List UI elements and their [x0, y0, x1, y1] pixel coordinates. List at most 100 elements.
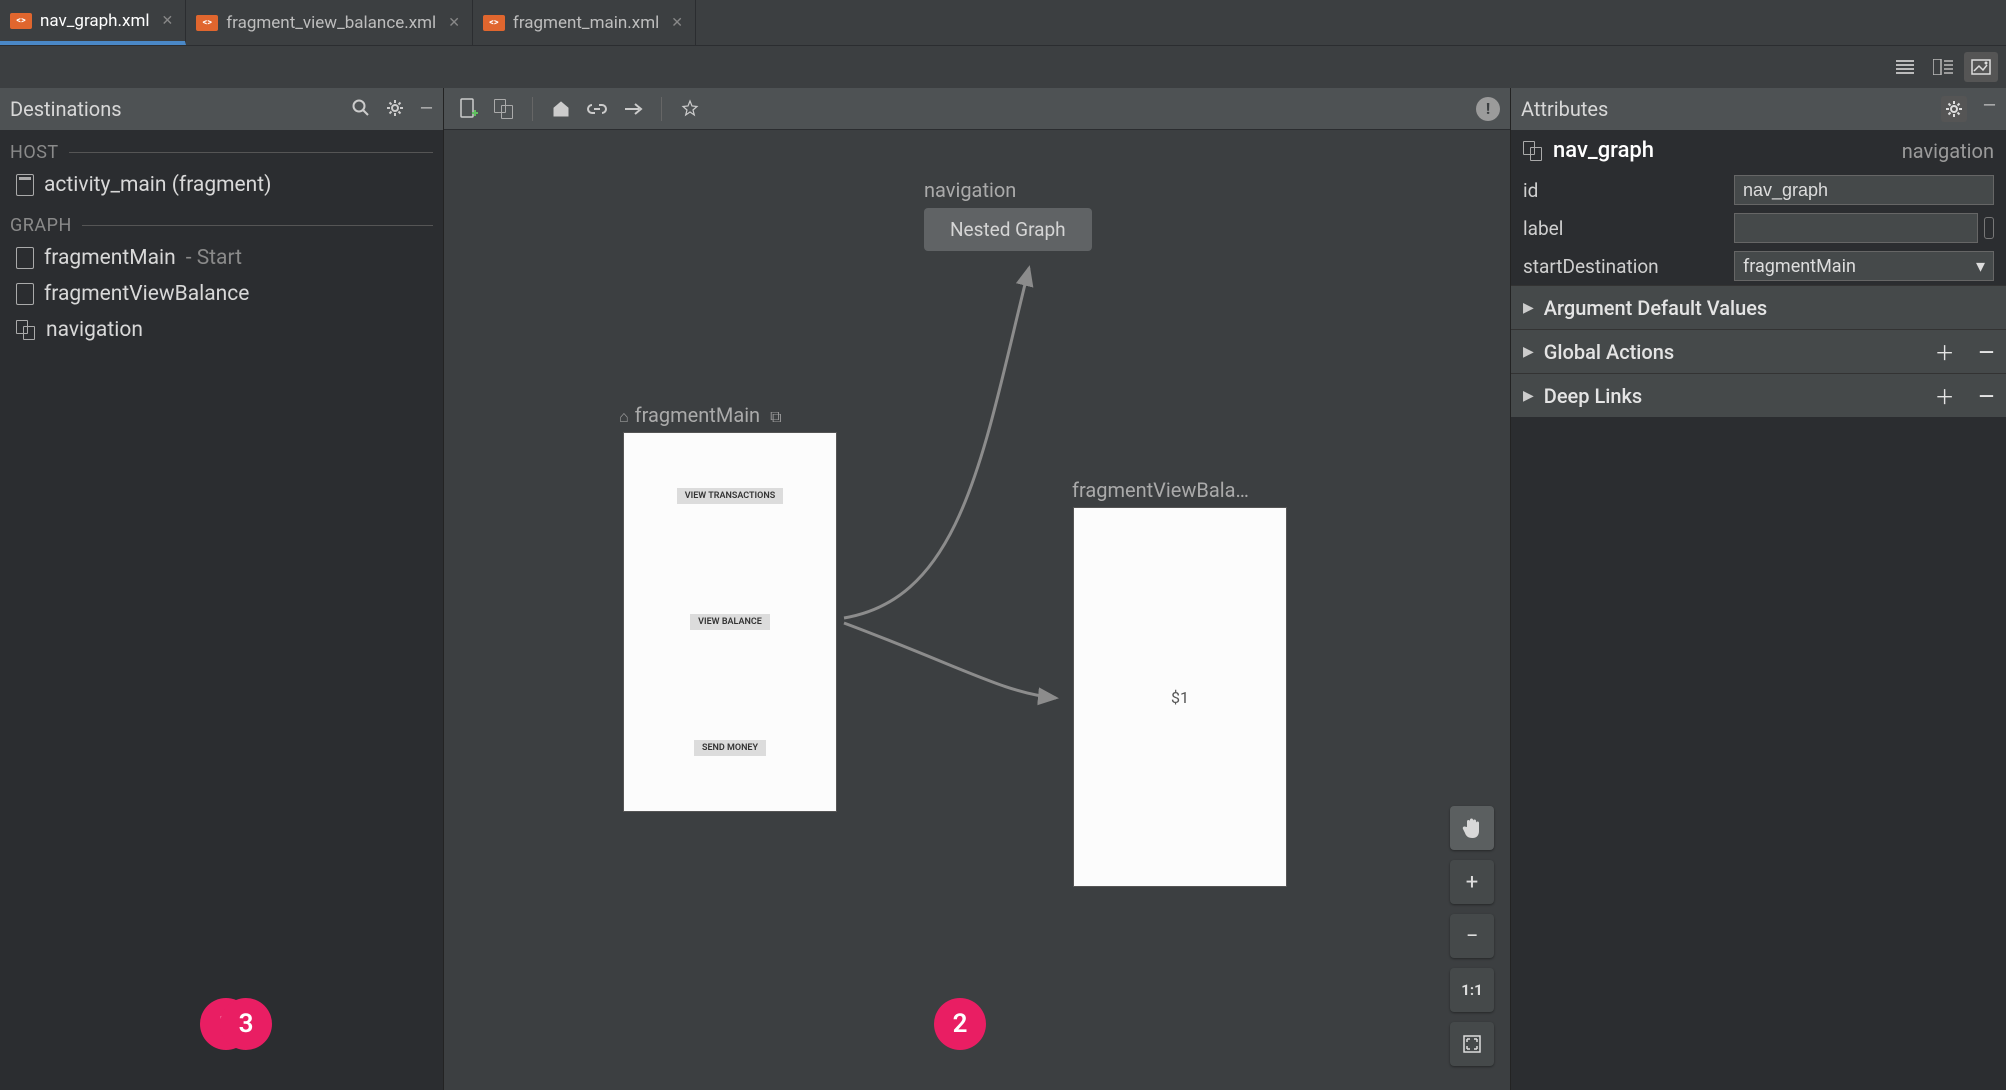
start-dest-home-icon: ⌂	[619, 407, 629, 426]
minimize-icon[interactable]: —	[420, 99, 433, 119]
pick-resource-icon[interactable]	[1984, 217, 1994, 239]
destinations-header: Destinations —	[0, 88, 443, 130]
attr-id-row: id	[1511, 171, 2006, 209]
nested-graph-icon	[16, 320, 36, 340]
section-label: Argument Default Values	[1544, 296, 1767, 320]
selected-element-row: nav_graph navigation	[1511, 130, 2006, 171]
tab-fragment-main[interactable]: fragment_main.xml ✕	[473, 0, 696, 45]
auto-arrange-icon[interactable]	[676, 95, 704, 123]
attributes-header: Attributes —	[1511, 88, 2006, 130]
nested-graph-node[interactable]: Nested Graph	[924, 208, 1092, 251]
gear-icon[interactable]	[386, 99, 404, 119]
code-view-toggle[interactable]	[1888, 52, 1922, 82]
fragment-icon	[16, 283, 34, 305]
screen-fragment-view-balance[interactable]: $1	[1074, 508, 1286, 886]
view-mode-toggles	[0, 46, 2006, 88]
nested-graph-label: Nested Graph	[950, 218, 1066, 241]
annotation-3: 3	[220, 998, 272, 1050]
screen-a-title: ⌂fragmentMain⧉	[619, 403, 782, 427]
attr-id-label: id	[1523, 179, 1538, 202]
destinations-panel: Destinations — HOST activity_main (fragm…	[0, 88, 444, 1090]
new-destination-icon[interactable]	[454, 95, 482, 123]
close-icon[interactable]: ✕	[448, 15, 460, 31]
preview-button: SEND MONEY	[694, 740, 766, 756]
deeplink-icon[interactable]	[583, 95, 611, 123]
tab-label: fragment_view_balance.xml	[226, 13, 436, 33]
editor-tabbar: nav_graph.xml ✕ fragment_view_balance.xm…	[0, 0, 2006, 46]
attr-startdest-value: fragmentMain	[1743, 256, 1856, 277]
graph-item-label: navigation	[46, 318, 143, 342]
chevron-right-icon: ▶	[1523, 344, 1534, 360]
graph-section-label: GRAPH	[0, 203, 443, 240]
zoom-reset-button[interactable]: 1:1	[1450, 968, 1494, 1012]
home-icon[interactable]	[547, 95, 575, 123]
attr-startdest-select[interactable]: fragmentMain ▾	[1734, 251, 1994, 281]
attr-startdest-row: startDestination fragmentMain ▾	[1511, 247, 2006, 285]
zoom-fit-button[interactable]	[1450, 1022, 1494, 1066]
deeplink-badge-icon: ⧉	[770, 407, 781, 426]
host-item-label: activity_main (fragment)	[44, 173, 271, 197]
search-icon[interactable]	[352, 99, 370, 119]
close-icon[interactable]: ✕	[671, 15, 683, 31]
preview-button: VIEW TRANSACTIONS	[677, 488, 783, 504]
design-view-toggle[interactable]	[1964, 52, 1998, 82]
add-icon[interactable]: ＋	[1935, 337, 1955, 366]
chevron-right-icon: ▶	[1523, 388, 1534, 404]
action-icon[interactable]	[619, 95, 647, 123]
minimize-icon[interactable]: —	[1983, 96, 1996, 122]
xml-file-icon	[196, 15, 218, 31]
graph-item-label: fragmentMain	[44, 246, 176, 270]
attributes-title: Attributes	[1521, 97, 1608, 121]
activity-icon	[16, 174, 34, 196]
graph-item-label: fragmentViewBalance	[44, 282, 249, 306]
section-label: Global Actions	[1544, 340, 1674, 364]
zoom-out-button[interactable]: −	[1450, 914, 1494, 958]
attr-startdest-label: startDestination	[1523, 255, 1659, 278]
screen-fragment-main[interactable]: VIEW TRANSACTIONS VIEW BALANCE SEND MONE…	[624, 433, 836, 811]
remove-icon[interactable]: —	[1979, 340, 1994, 364]
close-icon[interactable]: ✕	[162, 13, 174, 29]
preview-text: $1	[1171, 688, 1189, 707]
zoom-controls: + − 1:1	[1450, 806, 1494, 1066]
nested-graph-icon	[1523, 141, 1543, 161]
graph-item-fragment-main[interactable]: fragmentMain - Start	[0, 240, 443, 276]
attr-label-label: label	[1523, 217, 1563, 240]
attr-label-row: label	[1511, 209, 2006, 247]
tab-label: nav_graph.xml	[40, 11, 150, 31]
nest-graph-icon[interactable]	[490, 95, 518, 123]
tab-label: fragment_main.xml	[513, 13, 659, 33]
graph-item-suffix: - Start	[186, 246, 242, 270]
zoom-in-button[interactable]: +	[1450, 860, 1494, 904]
tab-nav-graph[interactable]: nav_graph.xml ✕	[0, 0, 186, 45]
add-icon[interactable]: ＋	[1935, 381, 1955, 410]
attr-id-input[interactable]	[1734, 175, 1994, 205]
host-section-label: HOST	[0, 130, 443, 167]
host-item[interactable]: activity_main (fragment)	[0, 167, 443, 203]
chevron-right-icon: ▶	[1523, 300, 1534, 316]
chevron-down-icon: ▾	[1976, 256, 1985, 277]
section-deep-links[interactable]: ▶ Deep Links ＋ —	[1511, 373, 2006, 417]
pan-tool-button[interactable]	[1450, 806, 1494, 850]
section-arg-defaults[interactable]: ▶ Argument Default Values	[1511, 285, 2006, 329]
remove-icon[interactable]: —	[1979, 384, 1994, 408]
gear-icon[interactable]	[1941, 96, 1967, 122]
section-global-actions[interactable]: ▶ Global Actions ＋ —	[1511, 329, 2006, 373]
nav-canvas[interactable]: ! navigation Nested Graph ⌂fragmentMain⧉…	[444, 88, 1510, 1090]
nested-graph-title: navigation	[924, 178, 1016, 202]
section-label: Deep Links	[1544, 384, 1642, 408]
screen-b-title: fragmentViewBala…	[1072, 478, 1249, 502]
canvas-toolbar: !	[444, 88, 1510, 130]
selected-element-name: nav_graph	[1553, 138, 1654, 163]
selected-element-type: navigation	[1902, 139, 1994, 163]
destinations-title: Destinations	[10, 97, 122, 121]
fragment-icon	[16, 247, 34, 269]
attributes-panel: Attributes — nav_graph navigation id lab…	[1510, 88, 2006, 1090]
xml-file-icon	[10, 13, 32, 29]
attr-label-input[interactable]	[1734, 213, 1978, 243]
issues-icon[interactable]: !	[1476, 97, 1500, 121]
xml-file-icon	[483, 15, 505, 31]
split-view-toggle[interactable]	[1926, 52, 1960, 82]
tab-fragment-view-balance[interactable]: fragment_view_balance.xml ✕	[186, 0, 473, 45]
graph-item-navigation[interactable]: navigation	[0, 312, 443, 348]
graph-item-fragment-view-balance[interactable]: fragmentViewBalance	[0, 276, 443, 312]
